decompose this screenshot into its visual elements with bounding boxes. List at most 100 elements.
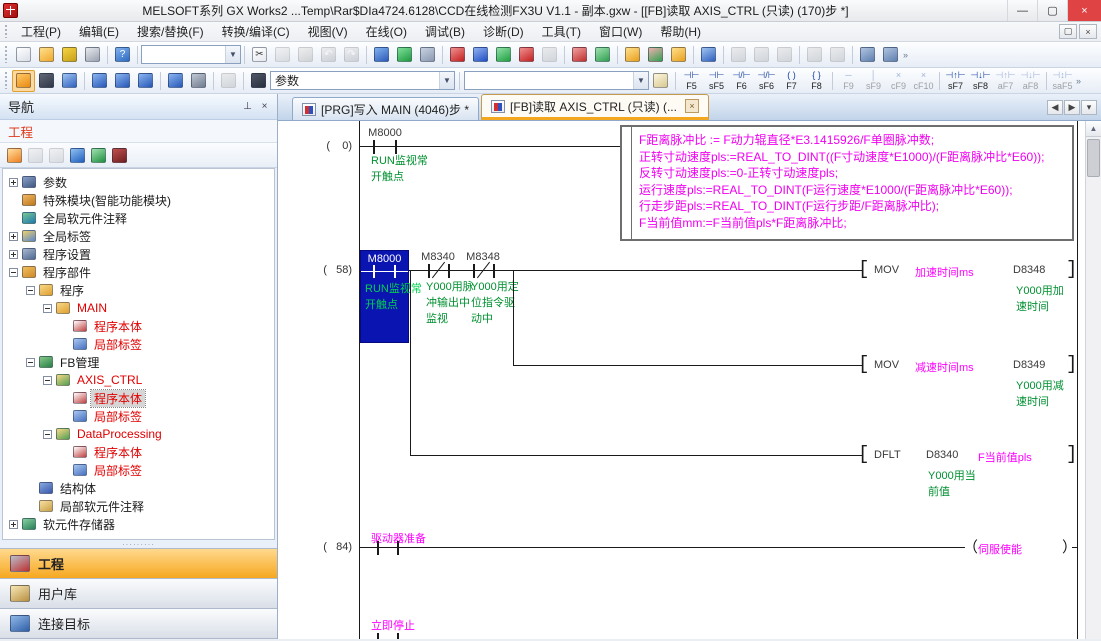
scroll-thumb[interactable] <box>1087 139 1100 177</box>
restore-button[interactable]: ▢ <box>1037 0 1067 21</box>
device-comment-button[interactable] <box>370 44 393 66</box>
tab-scroll-right-icon[interactable]: ▶ <box>1064 100 1080 115</box>
wave-display-button[interactable] <box>856 44 879 66</box>
ladder-symbol-sF5-button[interactable]: ⊣⊢sF5 <box>704 69 729 93</box>
refresh-button[interactable] <box>88 145 109 165</box>
collapse-icon[interactable] <box>43 430 52 439</box>
document-find-button[interactable] <box>649 70 672 92</box>
pin-icon[interactable]: ⊥ <box>239 99 256 115</box>
quick-find-combo[interactable]: ▼ <box>141 45 241 64</box>
menu-在线[interactable]: 在线(O) <box>357 21 416 42</box>
sampling-stop-button[interactable] <box>750 44 773 66</box>
redo-button[interactable]: ↷ <box>340 44 363 66</box>
list-view-button[interactable] <box>58 70 81 92</box>
print-button[interactable] <box>81 44 104 66</box>
write-to-plc-button[interactable] <box>446 44 469 66</box>
copy-data-button[interactable] <box>25 145 46 165</box>
pulse-button[interactable] <box>773 44 796 66</box>
tree-item-全局软元件注释[interactable]: 全局软元件注释 <box>3 209 274 227</box>
tree-item-MAIN[interactable]: MAIN <box>3 299 274 317</box>
expand-icon[interactable] <box>9 232 18 241</box>
collapse-icon[interactable] <box>43 376 52 385</box>
tab-list-icon[interactable]: ▾ <box>1081 100 1097 115</box>
ladder-symbol-sF8-button[interactable]: ⊣↓⊢sF8 <box>968 69 993 93</box>
device-combo[interactable]: 参数▼ <box>270 71 455 90</box>
menu-工具[interactable]: 工具(T) <box>533 21 590 42</box>
expand-icon[interactable] <box>9 520 18 529</box>
menu-调试[interactable]: 调试(B) <box>416 21 474 42</box>
paste-data-button[interactable] <box>46 145 67 165</box>
toolbar-overflow-icon[interactable]: » <box>1075 76 1084 86</box>
device-find-button[interactable] <box>88 70 111 92</box>
tree-item-局部标签[interactable]: 局部标签 <box>3 407 274 425</box>
menu-视图[interactable]: 视图(V) <box>299 21 357 42</box>
device-key-button[interactable] <box>416 44 439 66</box>
tree-item-特殊模块(智能功能模块)[interactable]: 特殊模块(智能功能模块) <box>3 191 274 209</box>
transfer-setup-button[interactable] <box>644 44 667 66</box>
vertical-scrollbar[interactable]: ▲ <box>1085 121 1101 639</box>
monitor-pause-button[interactable] <box>538 44 561 66</box>
collapse-icon[interactable] <box>9 268 18 277</box>
collapse-icon[interactable] <box>26 286 35 295</box>
menu-诊断[interactable]: 诊断(D) <box>474 21 533 42</box>
ladder-symbol-F7-button[interactable]: ( )F7 <box>779 69 804 93</box>
mdi-close-button[interactable]: × <box>1079 24 1097 39</box>
tree-item-程序部件[interactable]: 程序部件 <box>3 263 274 281</box>
paste-button[interactable] <box>294 44 317 66</box>
new-button[interactable] <box>12 44 35 66</box>
ladder-symbol-cF9-button[interactable]: ×cF9 <box>886 69 911 93</box>
inline-st-box[interactable]: F距离脉冲比 := F动力辊直径*E3.1415926/F单圈脉冲数;正转寸动速… <box>620 125 1074 241</box>
message-button[interactable] <box>826 44 849 66</box>
device-batch-button[interactable] <box>134 70 157 92</box>
cross-reference-button[interactable] <box>247 70 270 92</box>
help-button[interactable]: ? <box>111 44 134 66</box>
tree-item-程序本体[interactable]: 程序本体 <box>3 389 274 407</box>
chevron-down-icon[interactable]: ▼ <box>225 46 240 63</box>
nav-close-icon[interactable]: × <box>256 99 273 115</box>
nav-view-button-用户库[interactable]: 用户库 <box>0 579 277 609</box>
device-display-button[interactable] <box>164 70 187 92</box>
ladder-symbol-aF7-button[interactable]: ⊣↑⊢aF7 <box>993 69 1018 93</box>
help-context-button[interactable] <box>217 70 240 92</box>
ladder-symbol-aF8-button[interactable]: ⊣↓⊢aF8 <box>1018 69 1043 93</box>
new-data-button[interactable] <box>4 145 25 165</box>
tree-item-程序设置[interactable]: 程序设置 <box>3 245 274 263</box>
tree-item-局部软元件注释[interactable]: 局部软元件注释 <box>3 497 274 515</box>
chevron-down-icon[interactable]: ▼ <box>439 72 454 89</box>
tree-item-程序本体[interactable]: 程序本体 <box>3 317 274 335</box>
copy-button[interactable] <box>271 44 294 66</box>
tree-item-局部标签[interactable]: 局部标签 <box>3 461 274 479</box>
menu-编辑[interactable]: 编辑(E) <box>70 21 128 42</box>
verify-button[interactable] <box>621 44 644 66</box>
device-list-button[interactable] <box>111 70 134 92</box>
sampling-trace-button[interactable] <box>727 44 750 66</box>
ladder-editor[interactable]: ( 0) M8000 RUN监视常 开触点 F距离脉冲比 := F动力辊直径*E… <box>278 121 1101 639</box>
mdi-restore-button[interactable]: ▢ <box>1059 24 1077 39</box>
device-ok-button[interactable] <box>591 44 614 66</box>
ladder-symbol-F8-button[interactable]: { }F8 <box>804 69 829 93</box>
tree-item-参数[interactable]: 参数 <box>3 173 274 191</box>
sort-button[interactable] <box>109 145 130 165</box>
nav-view-button-连接目标[interactable]: 连接目标 <box>0 609 277 639</box>
ladder-symbol-saF5-button[interactable]: ⊣↕⊢saF5 <box>1050 69 1075 93</box>
collapse-icon[interactable] <box>26 358 35 367</box>
tree-item-程序本体[interactable]: 程序本体 <box>3 443 274 461</box>
remote-operation-button[interactable] <box>667 44 690 66</box>
ladder-symbol-F6-button[interactable]: ⊣/⊢F6 <box>729 69 754 93</box>
ladder-symbol-sF7-button[interactable]: ⊣↑⊢sF7 <box>943 69 968 93</box>
monitor-stop-button[interactable] <box>515 44 538 66</box>
watch-button[interactable] <box>803 44 826 66</box>
read-from-plc-button[interactable] <box>469 44 492 66</box>
menu-搜索/替换[interactable]: 搜索/替换(F) <box>128 21 213 42</box>
ladder-symbol-sF6-button[interactable]: ⊣/⊢sF6 <box>754 69 779 93</box>
wave-display2-button[interactable] <box>879 44 902 66</box>
ladder-symbol-sF9-button[interactable]: │sF9 <box>861 69 886 93</box>
menu-转换/编译[interactable]: 转换/编译(C) <box>213 21 299 42</box>
function-block-button[interactable] <box>35 70 58 92</box>
tree-item-FB管理[interactable]: FB管理 <box>3 353 274 371</box>
monitor-mode-button[interactable] <box>393 44 416 66</box>
menu-窗口[interactable]: 窗口(W) <box>590 21 651 42</box>
nav-splitter[interactable]: ········· <box>0 540 277 548</box>
ladder-symbol-cF10-button[interactable]: ×cF10 <box>911 69 936 93</box>
tree-item-AXIS_CTRL[interactable]: AXIS_CTRL <box>3 371 274 389</box>
